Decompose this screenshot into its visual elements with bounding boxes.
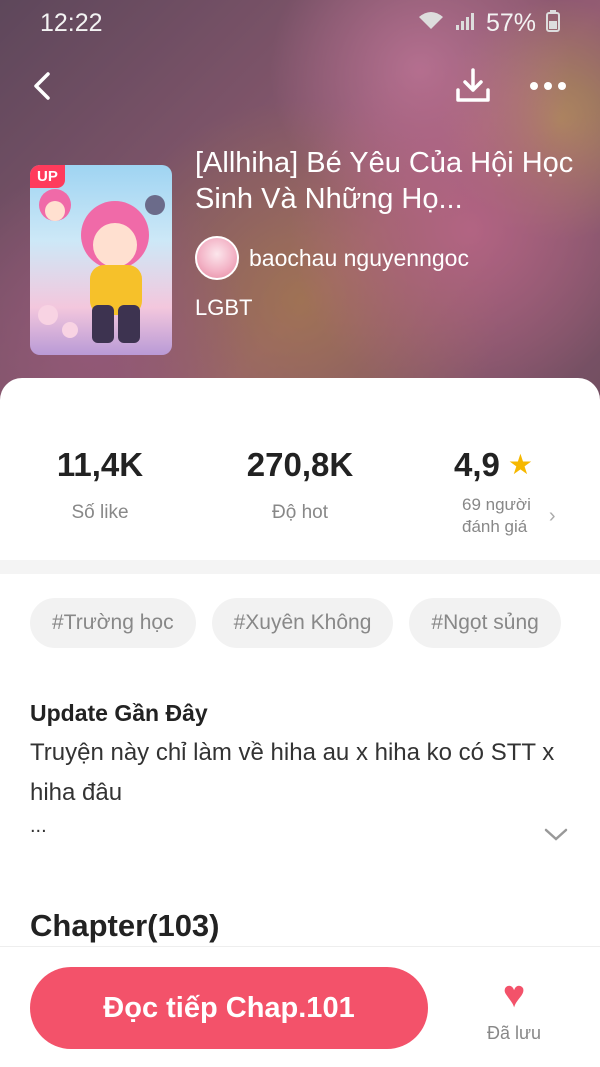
likes-value: 11,4K [56, 446, 144, 483]
status-bar: 12:22 57% [0, 0, 600, 44]
tag-chip[interactable]: #Xuyên Không [211, 598, 394, 648]
hot-value: 270,8K [246, 446, 354, 483]
heart-icon: ♥ [502, 974, 526, 1016]
update-section: Update Gần Đây Truyện này chỉ làm về hih… [30, 700, 570, 838]
section-divider [0, 560, 600, 574]
bottom-action-bar: Đọc tiếp Chap.101 ♥ Đã lưu [0, 946, 600, 1067]
more-icon [530, 82, 566, 90]
save-label: Đã lưu [486, 1023, 542, 1043]
tag-list: #Trường học #Xuyên Không #Ngọt sủng [30, 598, 561, 648]
battery-icon [546, 9, 560, 38]
update-text: Truyện này chỉ làm về hiha au x hiha ko … [30, 739, 555, 806]
more-button[interactable] [528, 74, 568, 98]
rating-row: 4,9 ★ [440, 446, 570, 484]
signal-icon [454, 11, 476, 37]
star-icon: ★ [507, 449, 533, 480]
back-icon [34, 72, 50, 100]
back-button[interactable] [28, 66, 58, 106]
update-ellipsis: ... [30, 815, 47, 837]
status-right: 57% [418, 9, 560, 38]
rating-label-row: 69 người đánh giá › [440, 494, 570, 538]
story-title: [Allhiha] Bé Yêu Của Hội Học Sinh Và Nhữ… [195, 147, 574, 215]
top-nav [0, 60, 600, 112]
battery-percent: 57% [485, 9, 536, 37]
download-icon [456, 68, 490, 102]
rating-value: 4,9 [454, 446, 500, 483]
author-name[interactable]: baochau nguyenngoc [249, 245, 469, 272]
stats-section: 11,4K Số like 270,8K Độ hot 4,9 ★ 69 ngư… [0, 378, 600, 560]
cover-up-badge: UP [30, 165, 65, 188]
chevron-right-icon: › [548, 504, 556, 527]
stat-rating[interactable]: 4,9 ★ 69 người đánh giá › [440, 446, 570, 538]
rating-label-line2: đánh giá [462, 517, 528, 536]
rating-label-line1: 69 người [462, 495, 531, 514]
save-button[interactable]: ♥ Đã lưu [478, 973, 550, 1044]
story-genre[interactable]: LGBT [195, 295, 252, 321]
update-title: Update Gần Đây [30, 700, 208, 726]
wifi-icon [418, 11, 444, 37]
story-cover[interactable]: UP [30, 165, 172, 355]
chevron-down-icon[interactable] [543, 823, 569, 849]
cover-illustration [38, 189, 165, 343]
stat-hot: 270,8K Độ hot [220, 446, 380, 524]
detail-card: 11,4K Số like 270,8K Độ hot 4,9 ★ 69 ngư… [0, 378, 600, 1067]
stat-likes: 11,4K Số like [40, 446, 160, 524]
status-time: 12:22 [40, 9, 103, 37]
rating-count-label: 69 người đánh giá [462, 494, 531, 538]
likes-label: Số like [71, 502, 129, 523]
chapter-count-title: Chapter(103) [30, 908, 220, 943]
author-avatar[interactable] [195, 236, 239, 280]
tag-chip[interactable]: #Trường học [30, 598, 196, 648]
tag-chip[interactable]: #Ngọt sủng [409, 598, 561, 648]
author-info[interactable]: baochau nguyenngoc [195, 236, 469, 280]
download-button[interactable] [454, 66, 492, 106]
hot-label: Độ hot [272, 502, 328, 523]
continue-reading-button[interactable]: Đọc tiếp Chap.101 [30, 967, 428, 1049]
